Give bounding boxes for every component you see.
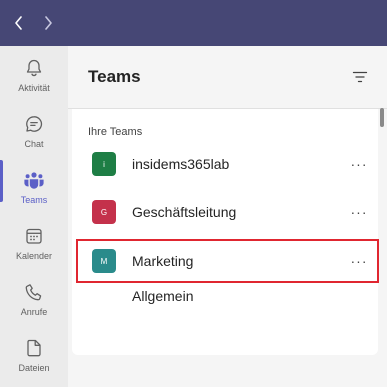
more-options-button[interactable]: ··· [348, 201, 370, 223]
avatar-initial: i [103, 159, 105, 169]
app-bar: Aktivität Chat Teams Kalender Anrufe Dat… [0, 46, 68, 387]
team-avatar: M [92, 249, 116, 273]
team-name: insidems365lab [132, 156, 230, 172]
rail-item-calendar[interactable]: Kalender [0, 214, 68, 270]
rail-label: Chat [24, 139, 44, 149]
scrollbar-thumb[interactable] [380, 108, 384, 127]
filter-icon [352, 71, 368, 83]
scrollbar[interactable] [378, 108, 386, 387]
rail-item-teams[interactable]: Teams [0, 158, 68, 214]
title-bar [0, 0, 387, 46]
channel-item-allgemein[interactable]: Allgemein [132, 288, 193, 304]
rail-item-chat[interactable]: Chat [0, 102, 68, 158]
forward-button[interactable] [38, 13, 58, 33]
teams-icon [24, 172, 44, 189]
rail-item-activity[interactable]: Aktivität [0, 46, 68, 102]
back-button[interactable] [9, 13, 29, 33]
rail-label: Teams [20, 195, 48, 205]
page-title: Teams [88, 67, 141, 86]
filter-button[interactable] [351, 68, 369, 86]
panel-header: Teams [68, 46, 387, 108]
team-name: Marketing [132, 253, 194, 269]
rail-label: Dateien [18, 363, 50, 373]
bell-icon [26, 59, 42, 77]
rail-item-calls[interactable]: Anrufe [0, 270, 68, 326]
team-item-marketing[interactable]: M Marketing ··· [76, 241, 379, 281]
chat-icon [26, 116, 43, 132]
team-name: Geschäftsleitung [132, 204, 237, 220]
chevron-right-icon [45, 16, 52, 30]
avatar-initial: G [100, 207, 108, 217]
rail-label: Kalender [15, 251, 53, 261]
team-avatar: G [92, 200, 116, 224]
calendar-icon [26, 228, 42, 244]
more-options-button[interactable]: ··· [348, 153, 370, 175]
rail-label: Aktivität [18, 83, 50, 93]
team-item-insidems365lab[interactable]: i insidems365lab ··· [76, 144, 379, 184]
file-icon [27, 339, 41, 357]
phone-icon [25, 284, 42, 301]
team-item-geschaeftsleitung[interactable]: G Geschäftsleitung ··· [76, 192, 379, 232]
avatar-initial: M [100, 256, 108, 266]
chevron-left-icon [15, 16, 22, 30]
teams-panel: Teams Ihre Teams i insidems365lab ··· G … [68, 46, 387, 387]
team-avatar: i [92, 152, 116, 176]
section-label: Ihre Teams [88, 126, 143, 138]
rail-label: Anrufe [20, 307, 48, 317]
rail-item-files[interactable]: Dateien [0, 326, 68, 382]
more-options-button[interactable]: ··· [348, 250, 370, 272]
